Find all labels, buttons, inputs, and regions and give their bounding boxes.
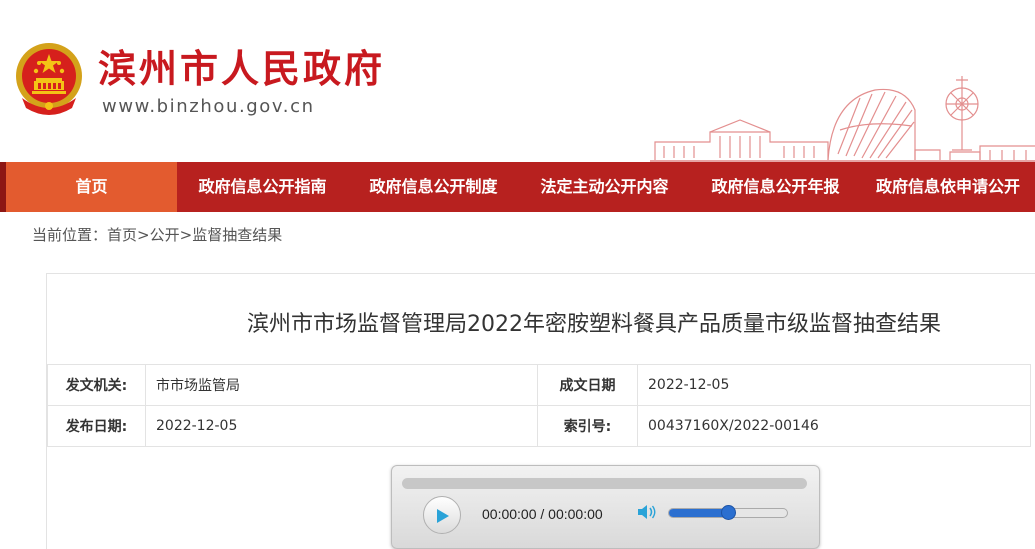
city-landmarks-illustration bbox=[650, 76, 1035, 162]
main-nav: 首页 政府信息公开指南 政府信息公开制度 法定主动公开内容 政府信息公开年报 政… bbox=[0, 162, 1035, 212]
breadcrumb-current-link[interactable]: 监督抽查结果 bbox=[192, 226, 282, 244]
table-row: 发布日期: 2022-12-05 索引号: 00437160X/2022-001… bbox=[47, 405, 1031, 447]
breadcrumb: 当前位置：首页>公开>监督抽查结果 bbox=[32, 224, 282, 245]
site-url: www.binzhou.gov.cn bbox=[102, 96, 315, 117]
nav-item-disclosure-guide[interactable]: 政府信息公开指南 bbox=[177, 162, 348, 212]
table-row: 发文机关: 市市场监管局 成文日期 2022-12-05 bbox=[47, 364, 1031, 406]
issuer-value: 市市场监管局 bbox=[145, 364, 538, 406]
created-date-label: 成文日期 bbox=[537, 364, 638, 406]
article-title: 滨州市市场监督管理局2022年密胺塑料餐具产品质量市级监督抽查结果 bbox=[247, 312, 941, 337]
nav-item-home[interactable]: 首页 bbox=[6, 162, 177, 212]
index-number-value: 00437160X/2022-00146 bbox=[637, 405, 1031, 447]
article-meta-table: 发文机关: 市市场监管局 成文日期 2022-12-05 发布日期: 2022-… bbox=[47, 364, 1031, 447]
play-button[interactable] bbox=[423, 496, 461, 534]
volume-slider-handle[interactable] bbox=[721, 505, 736, 520]
audio-progress-bar[interactable] bbox=[402, 478, 807, 489]
published-date-value: 2022-12-05 bbox=[145, 405, 538, 447]
breadcrumb-separator: > bbox=[179, 226, 193, 244]
published-date-label: 发布日期: bbox=[47, 405, 146, 447]
breadcrumb-home-link[interactable]: 首页 bbox=[107, 226, 137, 244]
volume-fill bbox=[669, 509, 729, 517]
nav-item-annual-report[interactable]: 政府信息公开年报 bbox=[690, 162, 861, 212]
nav-item-request-disclosure[interactable]: 政府信息依申请公开 bbox=[861, 162, 1035, 212]
site-title[interactable]: 滨州市人民政府 bbox=[98, 44, 385, 94]
speaker-icon[interactable] bbox=[637, 503, 657, 521]
play-icon bbox=[437, 509, 449, 523]
breadcrumb-public-link[interactable]: 公开 bbox=[150, 226, 180, 244]
breadcrumb-separator: > bbox=[137, 226, 150, 244]
site-header: 滨州市人民政府 www.binzhou.gov.cn bbox=[0, 0, 1035, 162]
issuer-label: 发文机关: bbox=[47, 364, 146, 406]
index-number-label: 索引号: bbox=[537, 405, 638, 447]
time-display: 00:00:00 / 00:00:00 bbox=[482, 506, 603, 522]
nav-item-disclosure-system[interactable]: 政府信息公开制度 bbox=[348, 162, 519, 212]
nav-item-statutory-disclosure[interactable]: 法定主动公开内容 bbox=[519, 162, 690, 212]
created-date-value: 2022-12-05 bbox=[637, 364, 1031, 406]
audio-player: 00:00:00 / 00:00:00 bbox=[391, 465, 820, 549]
national-emblem-logo[interactable] bbox=[12, 40, 86, 116]
breadcrumb-prefix: 当前位置： bbox=[32, 226, 108, 244]
